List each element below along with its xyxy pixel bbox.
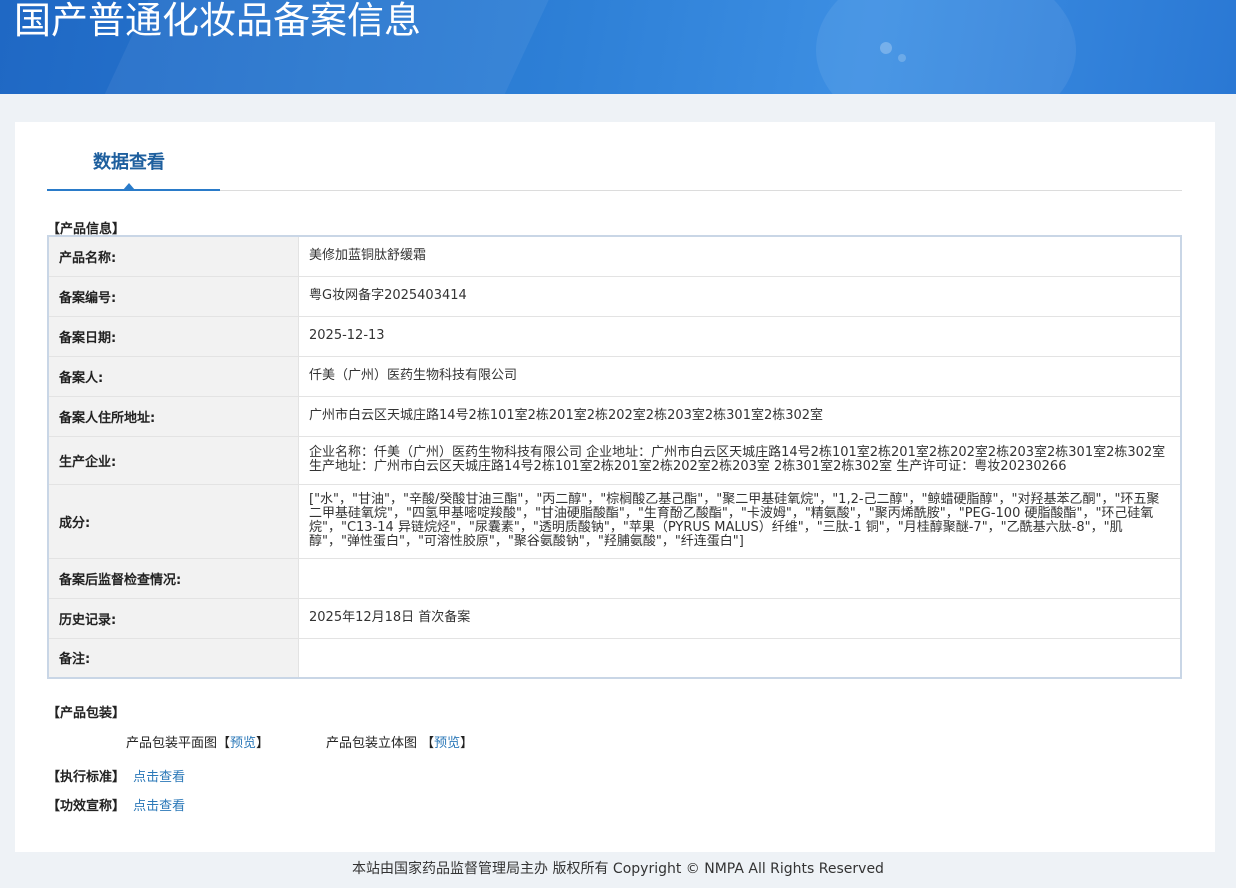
table-row: 备案人住所地址: 广州市白云区天城庄路14号2栋101室2栋201室2栋202室2… — [47, 395, 1182, 437]
row-label: 备注: — [47, 637, 299, 679]
row-value: 广州市白云区天城庄路14号2栋101室2栋201室2栋202室2栋203室2栋3… — [298, 395, 1182, 437]
product-info-table: 产品名称: 美修加蓝铜肽舒缓霜 备案编号: 粤G妆网备字2025403414 备案日期:… — [47, 235, 1182, 679]
table-row: 历史记录: 2025年12月18日 首次备案 — [47, 597, 1182, 639]
tab-data-view[interactable]: 数据查看 — [47, 122, 220, 191]
row-value: 仟美（广州）医药生物科技有限公司 — [298, 355, 1182, 397]
row-label: 备案日期: — [47, 315, 299, 357]
section-title-standard: 【执行标准】 — [47, 770, 126, 785]
table-row: 生产企业: 企业名称：仟美（广州）医药生物科技有限公司 企业地址：广州市白云区天城… — [47, 435, 1182, 485]
package-3d-row: 产品包装立体图 【预览】 — [326, 732, 473, 751]
row-label: 产品名称: — [47, 235, 299, 277]
footer-copyright: 本站由国家药品监督管理局主办 版权所有 Copyright © NMPA All… — [352, 861, 884, 877]
header-decoration — [880, 42, 892, 54]
row-value — [298, 557, 1182, 599]
package-flat-close: 】 — [256, 736, 270, 751]
table-row: 备案后监督检查情况: — [47, 557, 1182, 599]
package-flat-row: 产品包装平面图【预览】 — [126, 732, 269, 751]
package-3d-close: 】 — [460, 736, 474, 751]
tab-label: 数据查看 — [93, 152, 165, 173]
package-3d-label: 产品包装立体图 【 — [326, 736, 435, 751]
package-3d-preview-link[interactable]: 预览 — [434, 736, 460, 751]
page-header: 国产普通化妆品备案信息 — [0, 0, 1236, 94]
row-label: 备案编号: — [47, 275, 299, 317]
content-panel: 数据查看 【产品信息】 产品名称: 美修加蓝铜肽舒缓霜 备案编号: 粤G妆网备字202… — [15, 122, 1215, 852]
row-label: 备案后监督检查情况: — [47, 557, 299, 599]
table-row: 备案日期: 2025-12-13 — [47, 315, 1182, 357]
page-title: 国产普通化妆品备案信息 — [14, 0, 421, 42]
row-value: ["水"，"甘油"，"辛酸/癸酸甘油三酯"，"丙二醇"，"棕榈酸乙基己酯"，"聚… — [298, 483, 1182, 559]
row-value: 企业名称：仟美（广州）医药生物科技有限公司 企业地址：广州市白云区天城庄路14号… — [298, 435, 1182, 485]
header-decoration — [898, 54, 906, 62]
tab-bar: 数据查看 — [47, 122, 1182, 191]
table-row: 产品名称: 美修加蓝铜肽舒缓霜 — [47, 235, 1182, 277]
header-decoration — [816, 0, 1076, 94]
row-value: 2025年12月18日 首次备案 — [298, 597, 1182, 639]
efficacy-row: 【功效宣称】 点击查看 — [47, 795, 185, 814]
row-value: 美修加蓝铜肽舒缓霜 — [298, 235, 1182, 277]
table-row: 成分: ["水"，"甘油"，"辛酸/癸酸甘油三酯"，"丙二醇"，"棕榈酸乙基己酯"… — [47, 483, 1182, 559]
standard-row: 【执行标准】 点击查看 — [47, 766, 185, 785]
row-label: 备案人: — [47, 355, 299, 397]
package-flat-preview-link[interactable]: 预览 — [230, 736, 256, 751]
row-label: 成分: — [47, 483, 299, 559]
row-label: 生产企业: — [47, 435, 299, 485]
tab-caret-icon — [123, 183, 135, 190]
section-title-efficacy: 【功效宣称】 — [47, 799, 126, 814]
row-value: 2025-12-13 — [298, 315, 1182, 357]
row-label: 历史记录: — [47, 597, 299, 639]
efficacy-view-link[interactable]: 点击查看 — [133, 799, 185, 814]
table-row: 备案人: 仟美（广州）医药生物科技有限公司 — [47, 355, 1182, 397]
row-value: 粤G妆网备字2025403414 — [298, 275, 1182, 317]
row-value — [298, 637, 1182, 679]
standard-view-link[interactable]: 点击查看 — [133, 770, 185, 785]
table-row: 备案编号: 粤G妆网备字2025403414 — [47, 275, 1182, 317]
package-flat-label: 产品包装平面图【 — [126, 736, 231, 751]
table-row: 备注: — [47, 637, 1182, 679]
row-label: 备案人住所地址: — [47, 395, 299, 437]
section-title-product-package: 【产品包装】 — [47, 706, 126, 721]
